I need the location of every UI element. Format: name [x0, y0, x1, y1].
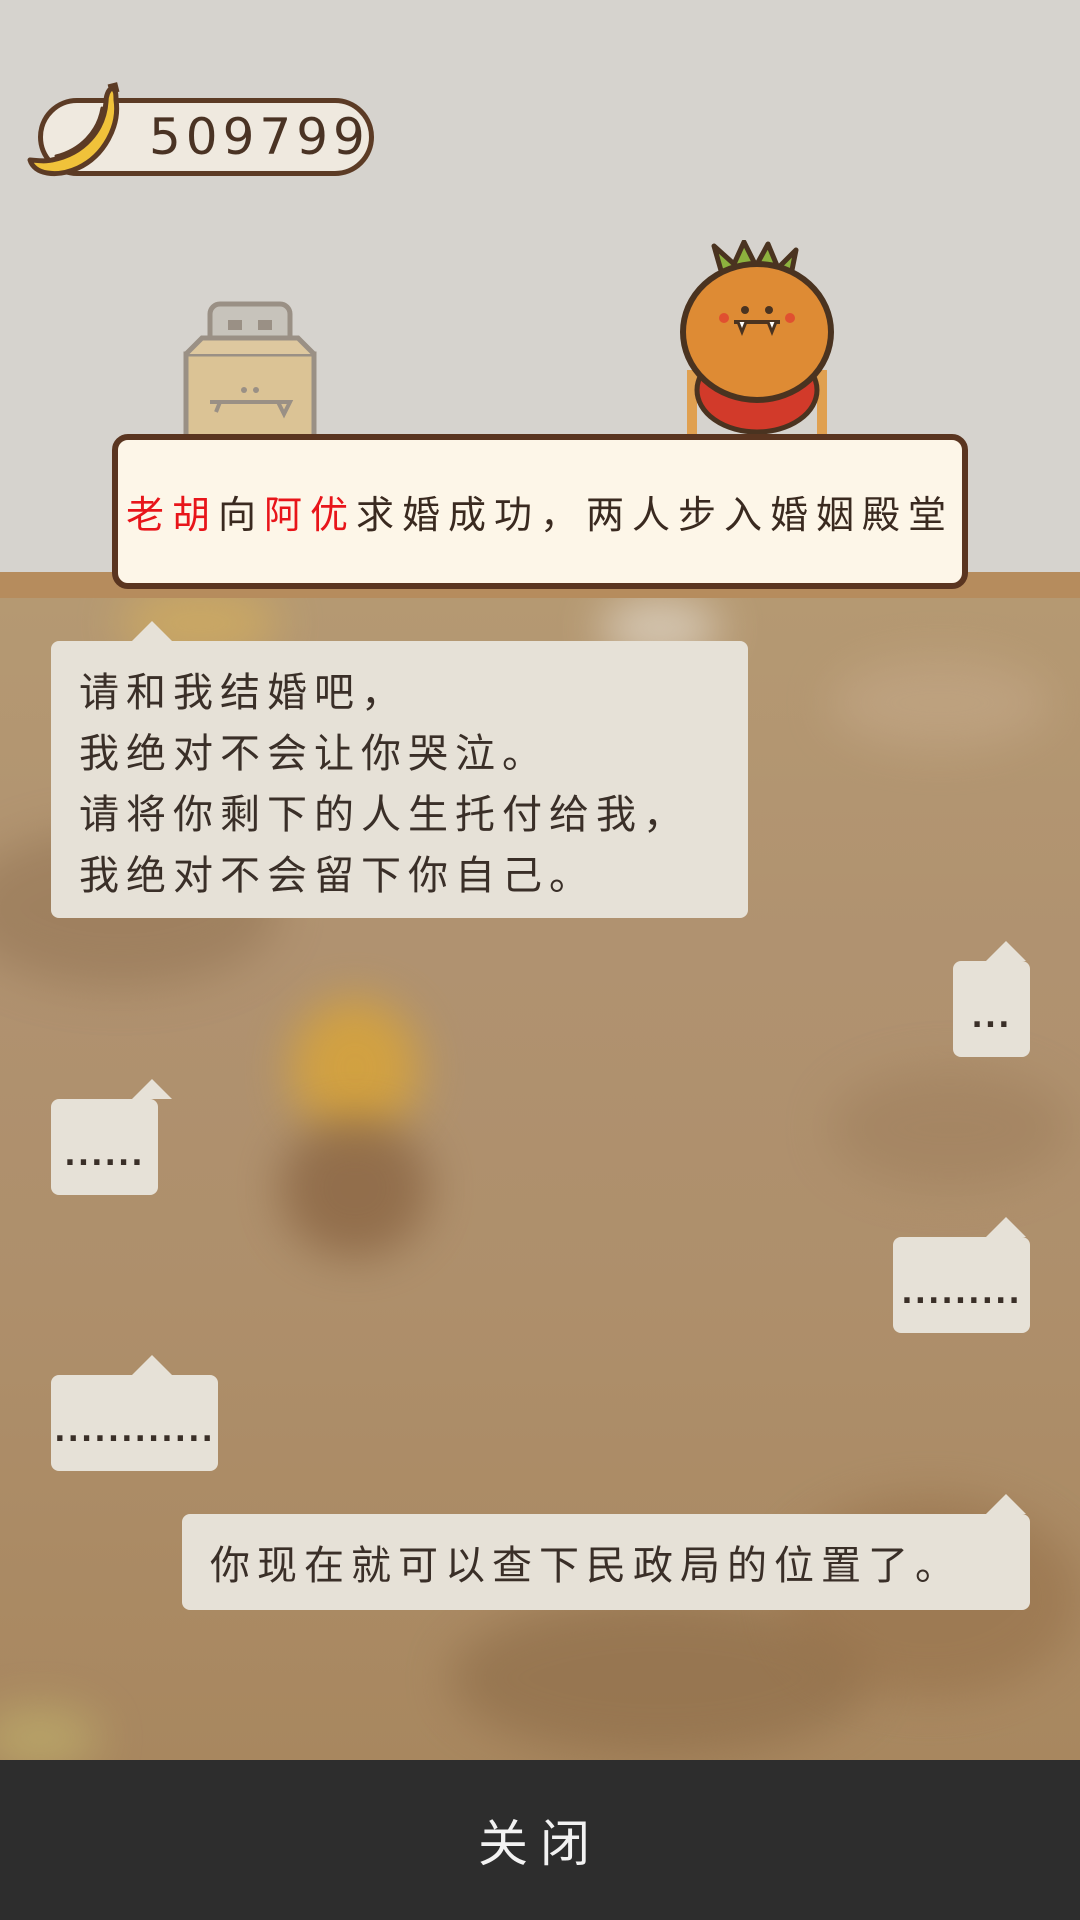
announcement-text: 老胡向阿优求婚成功，两人步入婚姻殿堂 [126, 484, 954, 539]
reply-bubble: ......... [893, 1217, 1030, 1333]
announcement-banner: 老胡向阿优求婚成功，两人步入婚姻殿堂 [112, 434, 968, 589]
game-screen: 509799 老胡向阿优求婚成功，两人步入婚姻殿堂 请和我结婚吧， 我绝对不会让… [0, 0, 1080, 1920]
close-button-label: 关闭 [478, 1815, 602, 1873]
carrot-character [680, 240, 834, 440]
reply-bubble: ............ [51, 1355, 218, 1471]
character-name-ayou: 阿优 [264, 493, 357, 537]
chat-line: 请将你剩下的人生托付给我， [79, 792, 690, 838]
character-name-laohu: 老胡 [125, 493, 218, 537]
reply-bubble: ... [953, 941, 1030, 1057]
close-button[interactable]: 关闭 [0, 1760, 1080, 1920]
banner-text-part: 求婚成功，两人步入婚姻殿堂 [356, 493, 955, 537]
chat-text: ............ [54, 1414, 215, 1449]
currency-amount: 509799 [149, 108, 370, 166]
banner-text-part: 向 [217, 493, 264, 537]
chat-text: 你现在就可以查下民政局的位置了。 [210, 1543, 962, 1589]
reply-bubble: ...... [51, 1079, 172, 1195]
chat-line: 我绝对不会留下你自己。 [79, 853, 596, 899]
chat-text: ... [971, 1000, 1012, 1035]
box-robot-character [183, 301, 317, 438]
banana-icon [27, 82, 120, 177]
chat-line: 我绝对不会让你哭泣。 [79, 731, 549, 777]
chat-text: ...... [64, 1138, 145, 1173]
reply-bubble: 你现在就可以查下民政局的位置了。 [182, 1494, 1030, 1610]
chat-text: ......... [901, 1276, 1022, 1311]
chat-line: 请和我结婚吧， [79, 670, 408, 716]
proposal-bubble: 请和我结婚吧， 我绝对不会让你哭泣。 请将你剩下的人生托付给我， 我绝对不会留下… [51, 621, 748, 918]
